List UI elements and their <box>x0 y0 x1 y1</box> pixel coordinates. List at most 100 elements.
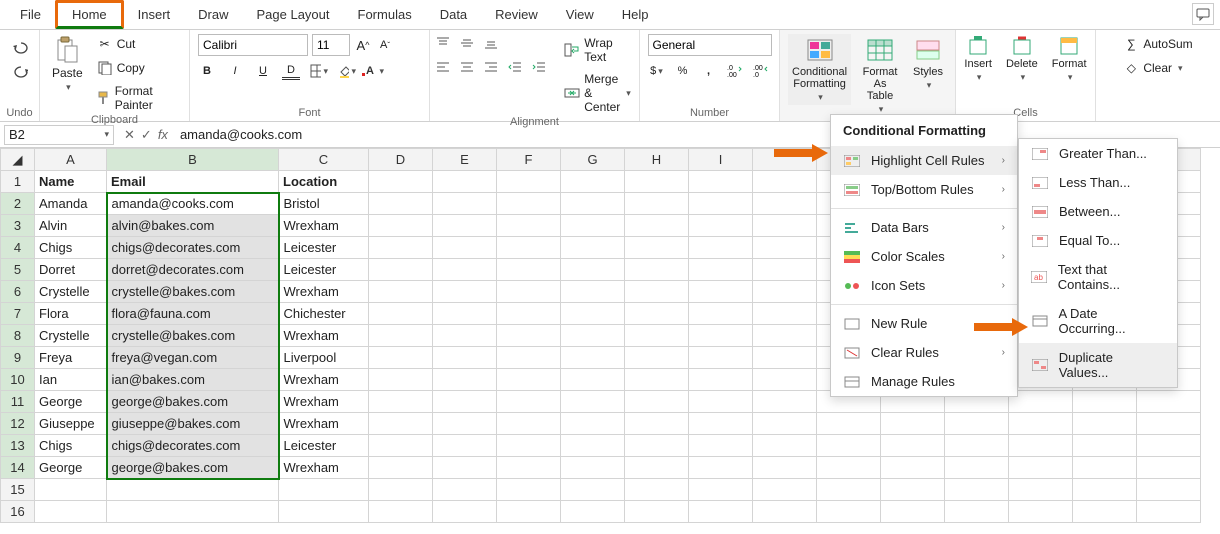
cell[interactable]: crystelle@bakes.com <box>107 325 279 347</box>
column-header[interactable]: H <box>625 149 689 171</box>
cell[interactable] <box>369 171 433 193</box>
autosum-button[interactable]: ∑AutoSum <box>1119 34 1196 54</box>
cell[interactable] <box>625 171 689 193</box>
cell[interactable]: Crystelle <box>35 325 107 347</box>
fx-icon[interactable]: fx <box>158 127 168 142</box>
clear-button[interactable]: ◇Clear▾ <box>1119 58 1186 78</box>
cell[interactable] <box>753 369 817 391</box>
hc-equal-to[interactable]: Equal To... <box>1019 226 1177 255</box>
cell[interactable]: george@bakes.com <box>107 457 279 479</box>
cell[interactable] <box>497 457 561 479</box>
cell[interactable] <box>369 435 433 457</box>
cell[interactable]: Leicester <box>279 435 369 457</box>
cell[interactable]: Bristol <box>279 193 369 215</box>
cell[interactable] <box>1137 413 1201 435</box>
cell[interactable]: Ian <box>35 369 107 391</box>
column-header[interactable]: A <box>35 149 107 171</box>
cell[interactable]: freya@vegan.com <box>107 347 279 369</box>
cell[interactable] <box>107 501 279 523</box>
cell[interactable] <box>369 479 433 501</box>
cell[interactable] <box>279 501 369 523</box>
column-header[interactable]: D <box>369 149 433 171</box>
percent-button[interactable]: % <box>674 62 692 80</box>
conditional-formatting-button[interactable]: Conditional Formatting▾ <box>788 34 851 105</box>
tab-help[interactable]: Help <box>608 3 663 26</box>
cell[interactable] <box>35 479 107 501</box>
italic-button[interactable]: I <box>226 62 244 80</box>
cell[interactable]: Email <box>107 171 279 193</box>
hc-date-occurring[interactable]: A Date Occurring... <box>1019 299 1177 343</box>
cell[interactable] <box>497 435 561 457</box>
cell[interactable] <box>1009 435 1073 457</box>
tab-draw[interactable]: Draw <box>184 3 242 26</box>
cell[interactable]: Leicester <box>279 259 369 281</box>
cell[interactable]: Wrexham <box>279 325 369 347</box>
row-header[interactable]: 8 <box>1 325 35 347</box>
cell[interactable] <box>625 303 689 325</box>
cell[interactable] <box>369 193 433 215</box>
double-underline-button[interactable]: D <box>282 62 300 80</box>
tab-home[interactable]: Home <box>55 0 124 29</box>
cell[interactable] <box>369 237 433 259</box>
cell[interactable] <box>561 457 625 479</box>
cell[interactable] <box>497 391 561 413</box>
tab-insert[interactable]: Insert <box>124 3 185 26</box>
cell[interactable] <box>625 215 689 237</box>
cf-clear-rules[interactable]: Clear Rules› <box>831 338 1017 367</box>
cell[interactable] <box>1137 435 1201 457</box>
cell[interactable] <box>433 413 497 435</box>
column-header[interactable]: B <box>107 149 279 171</box>
cell[interactable]: Wrexham <box>279 281 369 303</box>
cell[interactable]: chigs@decorates.com <box>107 237 279 259</box>
cell[interactable]: alvin@bakes.com <box>107 215 279 237</box>
align-right-icon[interactable] <box>482 58 500 76</box>
cell[interactable] <box>369 259 433 281</box>
align-center-icon[interactable] <box>458 58 476 76</box>
cell[interactable] <box>945 501 1009 523</box>
align-left-icon[interactable] <box>434 58 452 76</box>
cell[interactable] <box>753 435 817 457</box>
cell[interactable] <box>1009 501 1073 523</box>
cell[interactable] <box>369 457 433 479</box>
cell[interactable] <box>689 281 753 303</box>
tab-review[interactable]: Review <box>481 3 552 26</box>
cell[interactable]: Wrexham <box>279 215 369 237</box>
cell[interactable] <box>753 413 817 435</box>
cell[interactable]: chigs@decorates.com <box>107 435 279 457</box>
cell[interactable] <box>945 457 1009 479</box>
row-header[interactable]: 6 <box>1 281 35 303</box>
cell[interactable] <box>1009 457 1073 479</box>
cell[interactable] <box>945 479 1009 501</box>
cell[interactable] <box>753 457 817 479</box>
cell[interactable] <box>107 479 279 501</box>
cell[interactable] <box>689 391 753 413</box>
cell[interactable] <box>561 237 625 259</box>
cell[interactable] <box>625 281 689 303</box>
cell[interactable] <box>561 501 625 523</box>
cell[interactable] <box>497 171 561 193</box>
cell[interactable]: Crystelle <box>35 281 107 303</box>
insert-cells-button[interactable]: Insert▾ <box>960 34 996 85</box>
cell[interactable]: Dorret <box>35 259 107 281</box>
cell[interactable]: dorret@decorates.com <box>107 259 279 281</box>
column-header[interactable]: F <box>497 149 561 171</box>
row-header[interactable]: 9 <box>1 347 35 369</box>
tab-data[interactable]: Data <box>426 3 481 26</box>
cell[interactable] <box>753 193 817 215</box>
cell[interactable]: flora@fauna.com <box>107 303 279 325</box>
column-header[interactable]: I <box>689 149 753 171</box>
cell[interactable] <box>369 281 433 303</box>
cell[interactable] <box>433 281 497 303</box>
hc-duplicate-values[interactable]: Duplicate Values... <box>1019 343 1177 387</box>
cell[interactable]: giuseppe@bakes.com <box>107 413 279 435</box>
merge-center-button[interactable]: Merge & Center▾ <box>560 70 635 116</box>
decrease-font-icon[interactable]: Aˇ <box>376 36 394 54</box>
cell[interactable] <box>753 237 817 259</box>
cell[interactable] <box>817 413 881 435</box>
cell[interactable] <box>945 413 1009 435</box>
cell[interactable]: crystelle@bakes.com <box>107 281 279 303</box>
format-painter-button[interactable]: Format Painter <box>93 82 181 114</box>
cf-color-scales[interactable]: Color Scales› <box>831 242 1017 271</box>
cell[interactable] <box>497 325 561 347</box>
cell[interactable] <box>433 369 497 391</box>
